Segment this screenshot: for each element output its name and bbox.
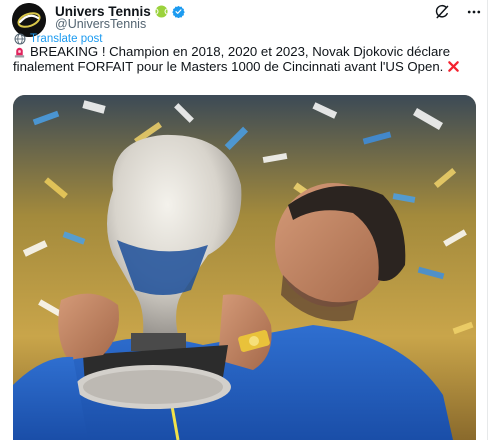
- tweet-text: BREAKING ! Champion en 2018, 2020 et 202…: [13, 44, 483, 74]
- rotating-light-icon: [14, 47, 25, 58]
- verified-badge-icon: [171, 5, 185, 18]
- trophy-kiss-photo: [13, 95, 476, 440]
- more-icon[interactable]: [466, 4, 482, 20]
- tweet: Univers Tennis @UniversTennis Translate: [0, 0, 500, 440]
- grok-icon[interactable]: [434, 4, 450, 20]
- tennis-ball-icon: [155, 5, 168, 18]
- post-photo[interactable]: [13, 95, 476, 440]
- timeline-border: [487, 0, 488, 440]
- cross-mark-icon: [448, 61, 460, 72]
- avatar[interactable]: [12, 3, 46, 37]
- univers-tennis-logo-icon: [12, 3, 46, 37]
- top-actions: [434, 4, 482, 20]
- handle[interactable]: @UniversTennis: [55, 17, 146, 31]
- tweet-body: BREAKING ! Champion en 2018, 2020 et 202…: [13, 44, 451, 74]
